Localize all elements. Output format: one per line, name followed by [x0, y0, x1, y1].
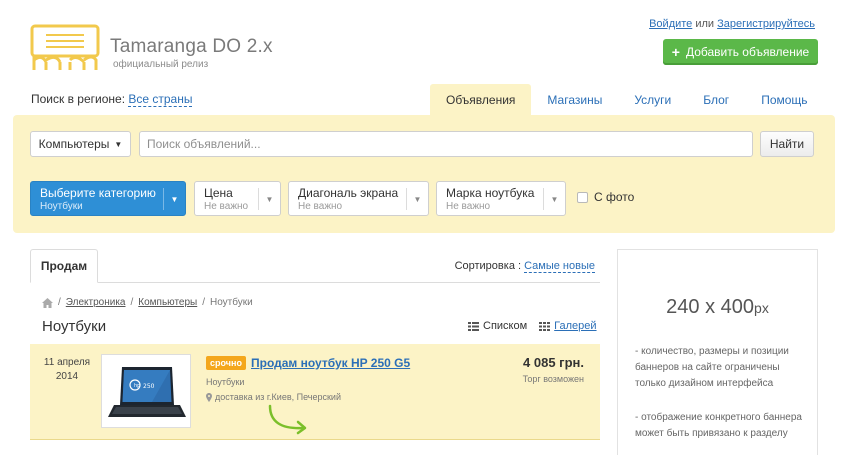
main-nav: Объявления Магазины Услуги Блог Помощь	[430, 84, 824, 115]
listing-category: Ноутбуки	[206, 377, 245, 387]
location-pin-icon	[206, 392, 212, 402]
add-ad-label: Добавить объявление	[685, 45, 810, 59]
category-dropdown[interactable]: Компьютеры ▼	[30, 131, 131, 157]
grid-icon	[539, 321, 551, 331]
search-button[interactable]: Найти	[760, 131, 814, 157]
login-link[interactable]: Войдите	[649, 18, 692, 30]
caret-down-icon: ▼	[543, 188, 565, 210]
filter-diagonal-label: Диагональ экрана	[298, 186, 399, 200]
filter-category-value: Ноутбуки	[40, 201, 83, 212]
filter-category[interactable]: Выберите категорию Ноутбуки ▼	[30, 181, 186, 216]
caret-down-icon: ▼	[258, 188, 280, 210]
tab-help[interactable]: Помощь	[745, 84, 823, 115]
listing-thumbnail[interactable]: hp 250	[101, 354, 191, 428]
breadcrumb-electronics[interactable]: Электроника	[66, 297, 126, 308]
region-label: Поиск в регионе:	[31, 92, 126, 106]
urgent-badge: срочно	[206, 356, 246, 370]
logo-icon[interactable]	[30, 24, 100, 72]
breadcrumb-computers[interactable]: Компьютеры	[138, 297, 197, 308]
sort-label: Сортировка :	[454, 260, 522, 272]
auth-links: Войдите или Зарегистрируйтесь	[649, 18, 815, 30]
search-input[interactable]: Поиск объявлений...	[139, 131, 753, 157]
site-subtitle: официальный релиз	[113, 59, 209, 70]
view-gallery[interactable]: Галерей	[539, 320, 597, 332]
caret-down-icon: ▼	[406, 188, 428, 210]
region-link[interactable]: Все страны	[128, 92, 193, 107]
register-link[interactable]: Зарегистрируйтесь	[717, 18, 815, 30]
add-ad-button[interactable]: + Добавить объявление	[663, 39, 818, 65]
auth-or: или	[695, 18, 715, 30]
filter-brand-label: Марка ноутбука	[446, 186, 535, 200]
photo-filter[interactable]: С фото	[577, 190, 634, 204]
banner-placeholder[interactable]: 240 x 400px - количество, размеры и пози…	[617, 249, 818, 455]
filter-category-label: Выберите категорию	[40, 186, 156, 200]
listing-tabs-divider	[30, 282, 600, 283]
photo-checkbox[interactable]	[577, 191, 588, 203]
banner-note-1: - количество, размеры и позиции баннеров…	[635, 346, 789, 389]
listing-location: доставка из г.Киев, Печерский	[206, 392, 341, 402]
listing-title[interactable]: Продам ноутбук HP 250 G5	[251, 356, 410, 370]
filter-price-value: Не важно	[204, 201, 249, 212]
view-switcher: Списком Галерей	[468, 320, 597, 332]
caret-down-icon: ▼	[114, 139, 123, 149]
filter-diagonal-value: Не важно	[298, 201, 343, 212]
tab-ads[interactable]: Объявления	[430, 84, 532, 115]
region-selector: Поиск в регионе: Все страны	[31, 92, 193, 107]
listing-date-year: 2014	[55, 371, 79, 382]
tab-blog[interactable]: Блог	[687, 84, 745, 115]
listing-location-text: доставка из г.Киев, Печерский	[215, 392, 341, 402]
filter-brand[interactable]: Марка ноутбука Не важно ▼	[436, 181, 566, 216]
banner-size-unit: px	[754, 300, 769, 316]
listing-price: 4 085 грн.	[523, 355, 584, 370]
banner-note-2: - отображение конкретного баннера может …	[635, 412, 802, 439]
filter-brand-value: Не важно	[446, 201, 491, 212]
breadcrumb-current: Ноутбуки	[210, 297, 253, 308]
laptop-image: hp 250	[108, 367, 186, 417]
view-list[interactable]: Списком	[468, 320, 527, 332]
view-gallery-label: Галерей	[554, 320, 597, 332]
category-dropdown-label: Компьютеры	[38, 137, 110, 151]
filter-price-label: Цена	[204, 186, 233, 200]
listing-date-day: 11 апреля	[43, 357, 91, 368]
banner-size: 240 x 400px	[618, 296, 817, 319]
tab-shops[interactable]: Магазины	[531, 84, 618, 115]
site-title[interactable]: Tamaranga DO 2.x	[110, 36, 273, 58]
svg-text:hp: hp	[134, 383, 140, 389]
sort-control: Сортировка : Самые новые	[454, 260, 595, 273]
curved-arrow-icon	[268, 404, 307, 435]
view-list-label: Списком	[483, 320, 528, 332]
caret-down-icon: ▼	[163, 188, 185, 210]
laptop-model-text: 250	[143, 383, 155, 390]
banner-size-value: 240 x 400	[666, 296, 755, 318]
listing-date: 11 апреля 2014	[42, 356, 92, 384]
listing-item[interactable]: 11 апреля 2014 hp 250 срочно Продам ноут…	[30, 344, 600, 440]
tab-sell[interactable]: Продам	[30, 249, 98, 283]
plus-icon: +	[671, 44, 680, 60]
list-icon	[468, 321, 479, 331]
photo-filter-label: С фото	[594, 190, 635, 204]
listing-bargain: Торг возможен	[522, 374, 584, 384]
page-title: Ноутбуки	[42, 318, 107, 335]
filter-screen-diagonal[interactable]: Диагональ экрана Не важно ▼	[288, 181, 429, 216]
home-icon[interactable]	[42, 297, 53, 308]
breadcrumb: / Электроника / Компьютеры / Ноутбуки	[42, 297, 253, 308]
filter-price[interactable]: Цена Не важно ▼	[194, 181, 281, 216]
tab-services[interactable]: Услуги	[618, 84, 687, 115]
sort-link[interactable]: Самые новые	[524, 260, 595, 273]
